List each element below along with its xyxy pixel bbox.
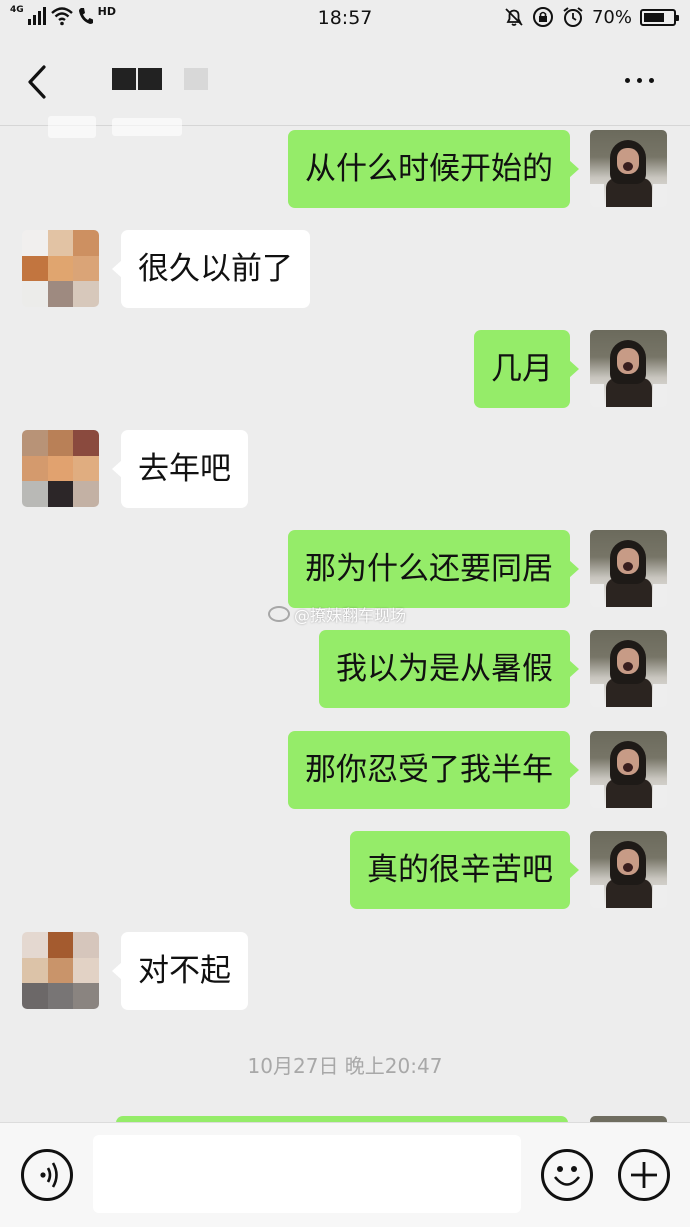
contact-avatar-pixelated[interactable]	[22, 230, 99, 307]
message-bubble-outgoing[interactable]: 那为什么还要同居	[288, 530, 579, 608]
message-bubble-outgoing[interactable]: 那你忍受了我半年	[288, 731, 579, 809]
alarm-icon	[563, 7, 583, 27]
message-bubble-incoming[interactable]: 很久以前了	[112, 230, 310, 308]
emoji-icon[interactable]	[541, 1149, 593, 1201]
self-avatar[interactable]	[590, 130, 667, 207]
weibo-logo-icon	[268, 606, 290, 622]
message-bubble-outgoing[interactable]: 几月	[474, 330, 579, 408]
header-divider	[0, 125, 690, 126]
self-avatar[interactable]	[590, 330, 667, 407]
message-bubble-outgoing[interactable]: 从什么时候开始的	[288, 130, 579, 208]
self-avatar[interactable]	[590, 630, 667, 707]
contact-name-redacted	[112, 68, 208, 90]
message-bubble-outgoing[interactable]: 真的很辛苦吧	[350, 831, 579, 909]
watermark-text: @撩妹翻车现场	[294, 606, 407, 625]
message-bubble-incoming[interactable]: 去年吧	[112, 430, 248, 508]
battery-percent: 70%	[591, 6, 632, 28]
self-avatar[interactable]	[590, 530, 667, 607]
message-input[interactable]	[93, 1135, 521, 1213]
contact-avatar-pixelated[interactable]	[22, 932, 99, 1009]
chat-header	[0, 36, 690, 126]
self-avatar[interactable]	[590, 731, 667, 808]
blur-smudge	[48, 116, 96, 138]
rotation-lock-icon	[532, 7, 553, 27]
input-bar	[0, 1122, 690, 1227]
contact-avatar-pixelated[interactable]	[22, 430, 99, 507]
self-avatar[interactable]	[590, 831, 667, 908]
chevron-left-icon[interactable]	[24, 64, 54, 100]
battery-icon	[640, 8, 679, 26]
blur-smudge	[112, 118, 182, 136]
message-bubble-outgoing[interactable]: 我以为是从暑假	[319, 630, 579, 708]
status-bar: 4G HD 18:57 70%	[0, 0, 690, 36]
plus-icon[interactable]	[618, 1149, 670, 1201]
voice-icon[interactable]	[21, 1149, 73, 1201]
mute-icon	[505, 8, 523, 26]
status-right: 70%	[504, 6, 679, 28]
watermark: @撩妹翻车现场	[268, 602, 406, 626]
message-bubble-incoming[interactable]: 对不起	[112, 932, 248, 1010]
more-dots-icon[interactable]	[625, 78, 654, 83]
chat-timestamp: 10月27日 晚上20:47	[247, 1054, 443, 1078]
